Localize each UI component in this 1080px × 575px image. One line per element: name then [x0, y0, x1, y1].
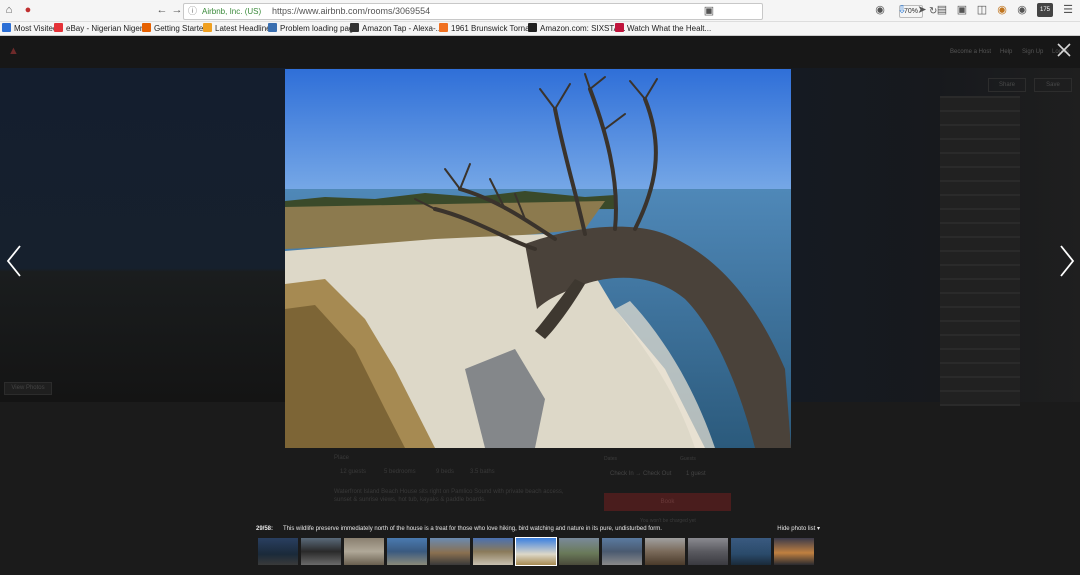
- thumbnail[interactable]: [774, 538, 814, 565]
- site-identity: Airbnb, Inc. (US): [202, 7, 262, 16]
- back-arrow-icon[interactable]: ←: [155, 3, 169, 17]
- download-icon[interactable]: ⇩: [895, 3, 909, 17]
- share-button[interactable]: Share: [988, 78, 1026, 92]
- screenshot-icon[interactable]: ▣: [955, 3, 969, 17]
- bookmarks-bar: Most Visited eBay - Nigerian Nigeri... G…: [0, 22, 1080, 36]
- bookmark-label: Amazon Tap - Alexa-...: [362, 24, 443, 33]
- forward-arrow-icon[interactable]: →: [170, 3, 184, 17]
- header-link-help[interactable]: Help: [1000, 47, 1012, 57]
- url-text[interactable]: https://www.airbnb.com/rooms/3069554: [272, 5, 430, 18]
- bookmark-label: Latest Headlines: [215, 24, 275, 33]
- thumbnail[interactable]: [344, 538, 384, 565]
- thumbnail[interactable]: [559, 538, 599, 565]
- stat-baths: 3.5 baths: [470, 469, 495, 475]
- bookmark-favicon-icon: [268, 23, 277, 32]
- bookmark-ebay[interactable]: eBay - Nigerian Nigeri...: [54, 22, 151, 35]
- bookmark-favicon-icon: [2, 23, 11, 32]
- bookmark-favicon-icon: [615, 23, 624, 32]
- send-icon[interactable]: ➤: [915, 3, 929, 17]
- thumbnail[interactable]: [430, 538, 470, 565]
- bookmark-watch-what[interactable]: Watch What the Healt...: [615, 22, 711, 35]
- bookmark-label: Amazon.com: SIXSTA...: [540, 24, 626, 33]
- hide-photo-list-label: Hide photo list: [777, 526, 816, 532]
- bookmark-label: Most Visited: [14, 24, 58, 33]
- bookmark-favicon-icon: [439, 23, 448, 32]
- close-icon[interactable]: [1054, 40, 1074, 60]
- site-header: ▲ Become a Host Help Sign Up Log In: [0, 36, 1080, 68]
- url-bar[interactable]: ⓘ Airbnb, Inc. (US) https://www.airbnb.c…: [183, 3, 937, 20]
- next-photo-arrow-icon[interactable]: [1057, 244, 1077, 278]
- dates-field[interactable]: Check In → Check Out: [610, 470, 671, 478]
- stat-bedrooms: 5 bedrooms: [384, 469, 416, 475]
- thumbnail-strip: [258, 537, 820, 566]
- caret-down-icon: ▾: [816, 526, 820, 532]
- hero-image-right: [791, 68, 1080, 402]
- thumbnail[interactable]: [387, 538, 427, 565]
- save-button[interactable]: Save: [1034, 78, 1072, 92]
- bookmark-label: Watch What the Healt...: [627, 24, 712, 33]
- profile-icon[interactable]: ◉: [873, 3, 887, 17]
- tab-favicon-icon[interactable]: ●: [21, 3, 35, 17]
- browser-toolbar: ⌂ ● ← → ⓘ Airbnb, Inc. (US) https://www.…: [0, 0, 1080, 22]
- bookmark-most-visited[interactable]: Most Visited: [2, 22, 57, 35]
- listing-description: Waterfront Island Beach House sits right…: [334, 489, 564, 503]
- book-button[interactable]: Book: [604, 493, 731, 511]
- thumbnail[interactable]: [258, 538, 298, 565]
- view-photos-button[interactable]: View Photos: [4, 382, 52, 395]
- guests-field[interactable]: 1 guest: [686, 470, 706, 478]
- bookmark-label: 1961 Brunswick Torna...: [451, 24, 537, 33]
- stat-beds: 9 beds: [436, 469, 455, 475]
- thumbnail-active[interactable]: [515, 537, 557, 566]
- thumbnail[interactable]: [731, 538, 771, 565]
- lightbox-photo[interactable]: [285, 69, 791, 448]
- previous-photo-arrow-icon[interactable]: [4, 244, 24, 278]
- bookmark-favicon-icon: [142, 23, 151, 32]
- bookmark-brunswick[interactable]: 1961 Brunswick Torna...: [439, 22, 536, 35]
- bookmark-label: eBay - Nigerian Nigeri...: [66, 24, 151, 33]
- info-heading: Place: [334, 455, 350, 461]
- bookmark-problem-loading[interactable]: Problem loading page: [268, 22, 358, 35]
- bookmark-favicon-icon: [54, 23, 63, 32]
- photo-caption-bar: 29/58: This wildlife preserve immediatel…: [256, 524, 820, 534]
- bookmark-favicon-icon: [203, 23, 212, 32]
- header-link-signup[interactable]: Sign Up: [1022, 47, 1043, 57]
- lock-icon: ⓘ: [188, 6, 198, 16]
- bookmark-label: Getting Started: [154, 24, 208, 33]
- thumbnail[interactable]: [645, 538, 685, 565]
- camera-icon[interactable]: ◉: [1015, 3, 1029, 17]
- thumbnail[interactable]: [602, 538, 642, 565]
- sidebar-icon[interactable]: ◫: [975, 3, 989, 17]
- bookmark-favicon-icon: [350, 23, 359, 32]
- extension-icon[interactable]: ◉: [995, 3, 1009, 17]
- guests-label: Guests: [680, 456, 696, 462]
- thumbnail[interactable]: [688, 538, 728, 565]
- photo-counter: 29/58:: [256, 526, 274, 532]
- hero-image-left: [0, 68, 286, 402]
- thumbnail[interactable]: [473, 538, 513, 565]
- library-icon[interactable]: ▤: [935, 3, 949, 17]
- bookmark-favicon-icon: [528, 23, 537, 32]
- reader-view-icon[interactable]: ▣: [702, 4, 716, 18]
- thumbnail[interactable]: [301, 538, 341, 565]
- header-link-host[interactable]: Become a Host: [950, 47, 991, 57]
- bookmark-amazon-sixsta[interactable]: Amazon.com: SIXSTA...: [528, 22, 626, 35]
- airbnb-logo-icon[interactable]: ▲: [8, 44, 20, 58]
- home-icon[interactable]: ⌂: [2, 3, 16, 17]
- deck-railing: [940, 96, 1020, 406]
- menu-hamburger-icon[interactable]: ☰: [1061, 3, 1075, 17]
- bookmark-latest-headlines[interactable]: Latest Headlines: [203, 22, 275, 35]
- bookmark-label: Problem loading page: [280, 24, 358, 33]
- dates-label: Dates: [604, 456, 618, 462]
- photo-caption: This wildlife preserve immediately north…: [283, 526, 662, 532]
- bookmark-amazon-tap[interactable]: Amazon Tap - Alexa-...: [350, 22, 442, 35]
- notification-badge[interactable]: 175: [1037, 3, 1053, 17]
- stat-guests: 12 guests: [340, 469, 367, 475]
- bookmark-getting-started[interactable]: Getting Started: [142, 22, 208, 35]
- hide-photo-list-toggle[interactable]: Hide photo list ▾: [777, 524, 820, 534]
